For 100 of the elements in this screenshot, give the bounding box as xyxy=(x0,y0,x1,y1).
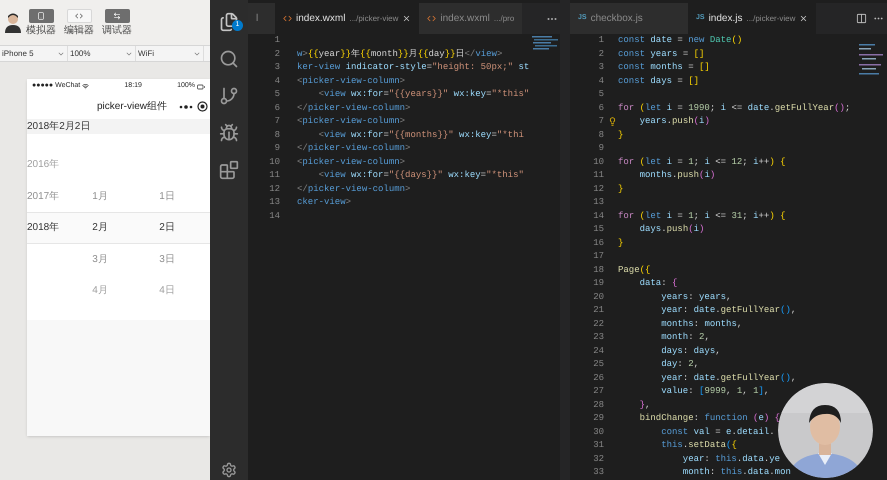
line-number: 16 xyxy=(592,236,604,250)
line-number: 28 xyxy=(592,398,604,412)
code-line: year: date.getFullYear(), xyxy=(660,304,796,317)
code-line: <view wx:for="{{months}}" wx:key="*thi xyxy=(318,128,524,142)
page-title: picker-view组件 xyxy=(97,100,168,114)
line-number: 6 xyxy=(598,102,604,114)
split-editor-icon[interactable] xyxy=(856,13,867,24)
line-number: 2 xyxy=(598,48,604,60)
code-line: <picker-view-column> xyxy=(297,115,406,128)
line-number: 9 xyxy=(274,142,280,155)
code-line: const date = new Date() xyxy=(618,34,742,47)
line-number: 13 xyxy=(592,196,604,209)
settings-icon[interactable] xyxy=(221,462,237,478)
code-line: <picker-view-column> xyxy=(297,74,406,88)
tab-name: checkbox.js xyxy=(590,12,643,26)
target-icon[interactable] xyxy=(197,101,208,112)
branch-icon[interactable] xyxy=(219,86,239,106)
line-number: 14 xyxy=(592,210,604,222)
code-line: this.setData({ xyxy=(660,439,737,452)
tab-path: .../picker-view xyxy=(746,12,796,24)
code-line: months.push(i) xyxy=(638,169,716,182)
picker-row[interactable]: 2018年 2月 2日 xyxy=(27,212,210,244)
line-number: 21 xyxy=(592,304,604,317)
line-number: 5 xyxy=(274,88,280,101)
line-number: 22 xyxy=(592,318,604,330)
line-number: 8 xyxy=(274,128,280,142)
code-line: }, xyxy=(638,398,650,412)
code-line: <picker-view-column> xyxy=(297,156,406,168)
search-icon[interactable] xyxy=(219,49,239,69)
line-number: 12 xyxy=(268,182,280,196)
code-line: } xyxy=(618,182,624,196)
close-icon[interactable] xyxy=(799,14,808,23)
code-line: for (let i = 1; i <= 12; i++) { xyxy=(618,156,786,168)
phone-icon xyxy=(37,12,45,20)
code-line: } xyxy=(618,128,624,142)
code-line: ker-view indicator-style="height: 50px;" st xyxy=(297,61,530,74)
code-line: for (let i = 1; i <= 31; i++) { xyxy=(618,210,786,222)
line-number: 6 xyxy=(274,102,280,114)
line-number: 1 xyxy=(598,34,604,47)
toolbar-button[interactable]: 模拟器 xyxy=(22,9,60,36)
code-line: month: this.data.mon xyxy=(682,466,791,479)
line-number: 12 xyxy=(592,182,604,196)
toolbar-button[interactable]: 编辑器 xyxy=(60,9,98,36)
line-number: 18 xyxy=(592,264,604,276)
code-line: <view wx:for="{{days}}" wx:key="*this" xyxy=(318,169,524,182)
code-line: value: [9999, 1, 1], xyxy=(660,385,770,398)
lightbulb-icon[interactable] xyxy=(608,117,617,126)
code-line: cker-view> xyxy=(297,196,352,209)
code-line: w>{{year}}年{{month}}月{{day}}日</view> xyxy=(297,48,502,60)
tab-name: index.wxml xyxy=(296,12,346,26)
line-number: 2 xyxy=(274,48,280,60)
line-number: 31 xyxy=(592,439,604,452)
more-icon[interactable] xyxy=(179,104,194,108)
dropdown[interactable]: 100% xyxy=(68,46,136,61)
code-line: days: days, xyxy=(660,344,721,358)
avatar-icon[interactable] xyxy=(4,12,22,32)
line-number: 32 xyxy=(592,452,604,466)
date-text: 2018年2月2日 xyxy=(27,120,90,134)
line-number: 7 xyxy=(274,115,280,128)
wifi-icon xyxy=(82,83,90,90)
line-number: 3 xyxy=(274,61,280,74)
code-line: month: 2, xyxy=(660,331,710,344)
extensions-icon[interactable] xyxy=(219,160,239,180)
editor-tab[interactable]: index.wxml .../picker-view xyxy=(275,3,420,34)
code-line: months: months, xyxy=(660,318,742,330)
line-number: 26 xyxy=(592,372,604,384)
code-line: </picker-view-column> xyxy=(297,102,410,114)
code-line: years.push(i) xyxy=(638,115,710,128)
files-icon[interactable] xyxy=(219,12,239,32)
code-line: Page({ xyxy=(618,264,650,276)
tab-path: .../pro xyxy=(494,12,514,24)
tab-name: index.wxml xyxy=(440,12,490,26)
code-line: year: date.getFullYear(), xyxy=(660,372,796,384)
code-line: const days = [] xyxy=(618,74,700,88)
close-icon[interactable] xyxy=(402,14,412,23)
dropdown[interactable]: WiFi xyxy=(136,46,204,61)
bug-icon[interactable] xyxy=(219,123,239,143)
line-number: 13 xyxy=(268,196,280,209)
line-number: 1 xyxy=(274,34,280,47)
line-number: 8 xyxy=(598,128,604,142)
arrows-icon xyxy=(113,12,121,20)
editor-tab[interactable]: l xyxy=(248,3,275,34)
code-line: const years = [] xyxy=(618,48,704,60)
code-line: bindChange: function (e) { xyxy=(638,412,780,425)
code-icon xyxy=(427,14,436,23)
code-icon xyxy=(75,12,83,20)
line-number: 4 xyxy=(598,74,604,88)
line-number: 4 xyxy=(274,74,280,88)
line-number: 19 xyxy=(592,277,604,290)
line-number: 14 xyxy=(268,210,280,222)
line-number: 33 xyxy=(592,466,604,479)
toolbar-button[interactable]: 调试器 xyxy=(98,9,136,36)
editor-tab[interactable]: index.wxml .../pro xyxy=(419,3,522,34)
battery-icon xyxy=(197,82,205,90)
dropdown[interactable]: iPhone 5 xyxy=(0,46,68,61)
line-number: 5 xyxy=(598,88,604,101)
tab-name: l xyxy=(256,12,258,26)
line-number: 10 xyxy=(268,156,280,168)
line-number: 10 xyxy=(592,156,604,168)
code-line: </picker-view-column> xyxy=(297,142,410,155)
